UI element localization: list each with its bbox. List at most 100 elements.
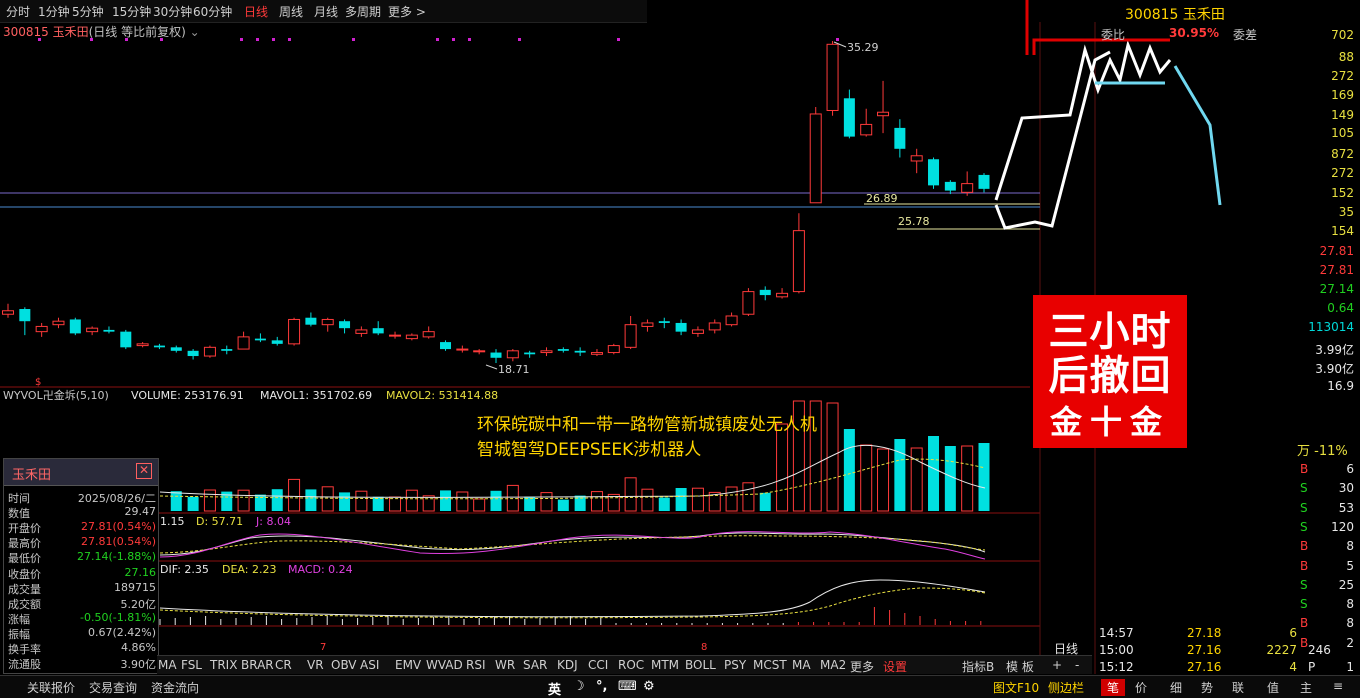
indicator-tab-10[interactable]: RSI — [466, 658, 486, 672]
info-row-9: 振幅 0.67(2.42%) — [4, 626, 158, 641]
indicator-tab-6[interactable]: OBV — [331, 658, 357, 672]
tick-extra-2: 1 — [1346, 660, 1354, 674]
signal-dot-12 — [518, 38, 521, 41]
indicator-tab-16[interactable]: MTM — [651, 658, 679, 672]
ime-icon-2[interactable]: °, — [596, 679, 607, 694]
indicator-tab-9[interactable]: WVAD — [426, 658, 463, 672]
info-value-6: 189715 — [114, 580, 156, 594]
indicator-tab-21[interactable]: MA2 — [820, 658, 846, 672]
tick-time-2: 15:12 — [1099, 660, 1134, 674]
period-tab-7[interactable]: 周线 — [279, 3, 303, 20]
bottom-tab-4[interactable]: 联 — [1232, 679, 1244, 696]
indicator-tab-4[interactable]: CR — [275, 658, 292, 672]
mavol2-value-label: MAVOL2: 531414.88 — [386, 389, 498, 402]
trade-vol-9: 2 — [1346, 635, 1354, 650]
indicator-tab-15[interactable]: ROC — [618, 658, 644, 672]
indicator-tab-27[interactable]: - — [1075, 658, 1079, 672]
volume-bar-33 — [557, 499, 569, 511]
volume-bar-55 — [928, 436, 940, 511]
indicator-tab-17[interactable]: BOLL — [685, 658, 716, 672]
volume-bar-51 — [860, 444, 873, 512]
volume-bar-56 — [944, 446, 956, 511]
indicator-tab-11[interactable]: WR — [495, 658, 515, 672]
info-value-4: 27.14(-1.88%) — [77, 550, 156, 564]
ma-a-value-label: 26.89 — [866, 192, 898, 205]
indicator-tab-22[interactable]: 更多 — [850, 658, 874, 675]
indicator-tab-23[interactable]: 设置 — [883, 658, 907, 675]
info-key-3: 最高价 — [8, 537, 41, 551]
indicator-tab-0[interactable]: MA — [158, 658, 177, 672]
ime-icon-4[interactable]: ⚙ — [643, 679, 655, 694]
indicator-tab-7[interactable]: ASI — [360, 658, 379, 672]
bottom-mid-1[interactable]: 侧边栏 — [1048, 679, 1084, 696]
volume-bar-40 — [675, 488, 687, 511]
ime-icon-0[interactable]: 英 — [548, 679, 561, 698]
indicator-tab-25[interactable]: 模 板 — [1006, 658, 1034, 675]
candle-50 — [843, 98, 855, 137]
indicator-tab-19[interactable]: MCST — [753, 658, 787, 672]
bottom-tab-1[interactable]: 价 — [1135, 679, 1147, 696]
period-tab-4[interactable]: 30分钟 — [153, 3, 192, 20]
volume-bar-14 — [237, 489, 250, 512]
close-icon[interactable]: ✕ — [136, 463, 152, 479]
indicator-tab-1[interactable]: FSL — [181, 658, 202, 672]
bottom-tab-2[interactable]: 细 — [1170, 679, 1182, 696]
period-tab-1[interactable]: 1分钟 — [38, 3, 70, 20]
indicator-tab-14[interactable]: CCI — [588, 658, 608, 672]
bottom-mid-0[interactable]: 图文F10 — [993, 679, 1039, 696]
chevron-down-icon[interactable]: ⌄ — [190, 25, 200, 39]
bottom-tab-6[interactable]: 主 — [1300, 679, 1312, 696]
period-daily-label[interactable]: 日线 — [1054, 640, 1078, 657]
indicator-tab-26[interactable]: + — [1052, 658, 1062, 672]
signal-dot-7 — [288, 38, 291, 41]
period-tab-3[interactable]: 15分钟 — [112, 3, 151, 20]
bottom-tab-0[interactable]: 笔 — [1101, 679, 1126, 696]
indicator-tab-13[interactable]: KDJ — [557, 658, 578, 672]
indicator-tab-2[interactable]: TRIX — [210, 658, 237, 672]
period-tab-9[interactable]: 多周期 — [345, 3, 381, 20]
candle-44 — [742, 291, 755, 315]
volume-bar-27 — [456, 491, 469, 512]
trade-side-2: S — [1300, 500, 1308, 515]
volume-bar-58 — [978, 443, 990, 511]
ime-icon-1[interactable]: ☽ — [573, 679, 585, 694]
candle-29 — [490, 352, 502, 358]
indicator-tab-18[interactable]: PSY — [724, 658, 746, 672]
dividend-marker-icon: $ — [35, 377, 41, 388]
order-book-volume-1: 88 — [1338, 50, 1354, 64]
indicator-tab-24[interactable]: 指标B — [962, 658, 994, 675]
period-tab-6[interactable]: 日线 — [244, 3, 268, 20]
indicator-tab-20[interactable]: MA — [792, 658, 811, 672]
quote-price-2: 27.14 — [1319, 282, 1354, 296]
period-tab-8[interactable]: 月线 — [314, 3, 338, 20]
quote-cap-2: 16.9 — [1327, 379, 1354, 393]
candle-46 — [776, 292, 789, 298]
indicator-tab-3[interactable]: BRAR — [241, 658, 274, 672]
bottom-tab-7[interactable]: ≡ — [1333, 679, 1343, 693]
candle-2 — [35, 325, 48, 333]
period-tab-0[interactable]: 分时 — [6, 3, 30, 20]
info-panel-title: 玉禾田 — [12, 468, 52, 483]
bottom-left-2[interactable]: 资金流向 — [151, 679, 199, 696]
period-tab-5[interactable]: 60分钟 — [193, 3, 232, 20]
indicator-tab-12[interactable]: SAR — [523, 658, 547, 672]
ime-icon-3[interactable]: ⌨ — [618, 679, 637, 694]
bottom-left-0[interactable]: 关联报价 — [27, 679, 75, 696]
bottom-tab-3[interactable]: 势 — [1201, 679, 1213, 696]
weicha-label: 委差 — [1233, 28, 1258, 42]
topic-line-1: 环保皖碳中和一带一路物管新城镇废处无人机 — [477, 415, 817, 435]
indicator-tab-5[interactable]: VR — [307, 658, 324, 672]
bottom-tab-5[interactable]: 值 — [1267, 679, 1279, 696]
period-tab-2[interactable]: 5分钟 — [72, 3, 104, 20]
info-row-3: 最高价 27.81(0.54%) — [4, 535, 158, 550]
info-value-0: 2025/08/26/二 — [77, 492, 156, 505]
order-book-volume-9: 35 — [1338, 205, 1354, 219]
bottom-status-bar: 关联报价 交易查询 资金流向 英 ☽ °, ⌨ ⚙ 图文F10 侧边栏笔价 细 势 联 值 主 ≡ — [0, 675, 1360, 698]
candle-41 — [691, 329, 704, 334]
indicator-tab-8[interactable]: EMV — [395, 658, 421, 672]
candle-49 — [826, 43, 839, 111]
period-tab-10[interactable]: 更多 > — [388, 3, 426, 20]
low-price-label: 18.71 — [498, 363, 530, 376]
bottom-left-1[interactable]: 交易查询 — [89, 679, 137, 696]
candle-42 — [708, 322, 721, 331]
